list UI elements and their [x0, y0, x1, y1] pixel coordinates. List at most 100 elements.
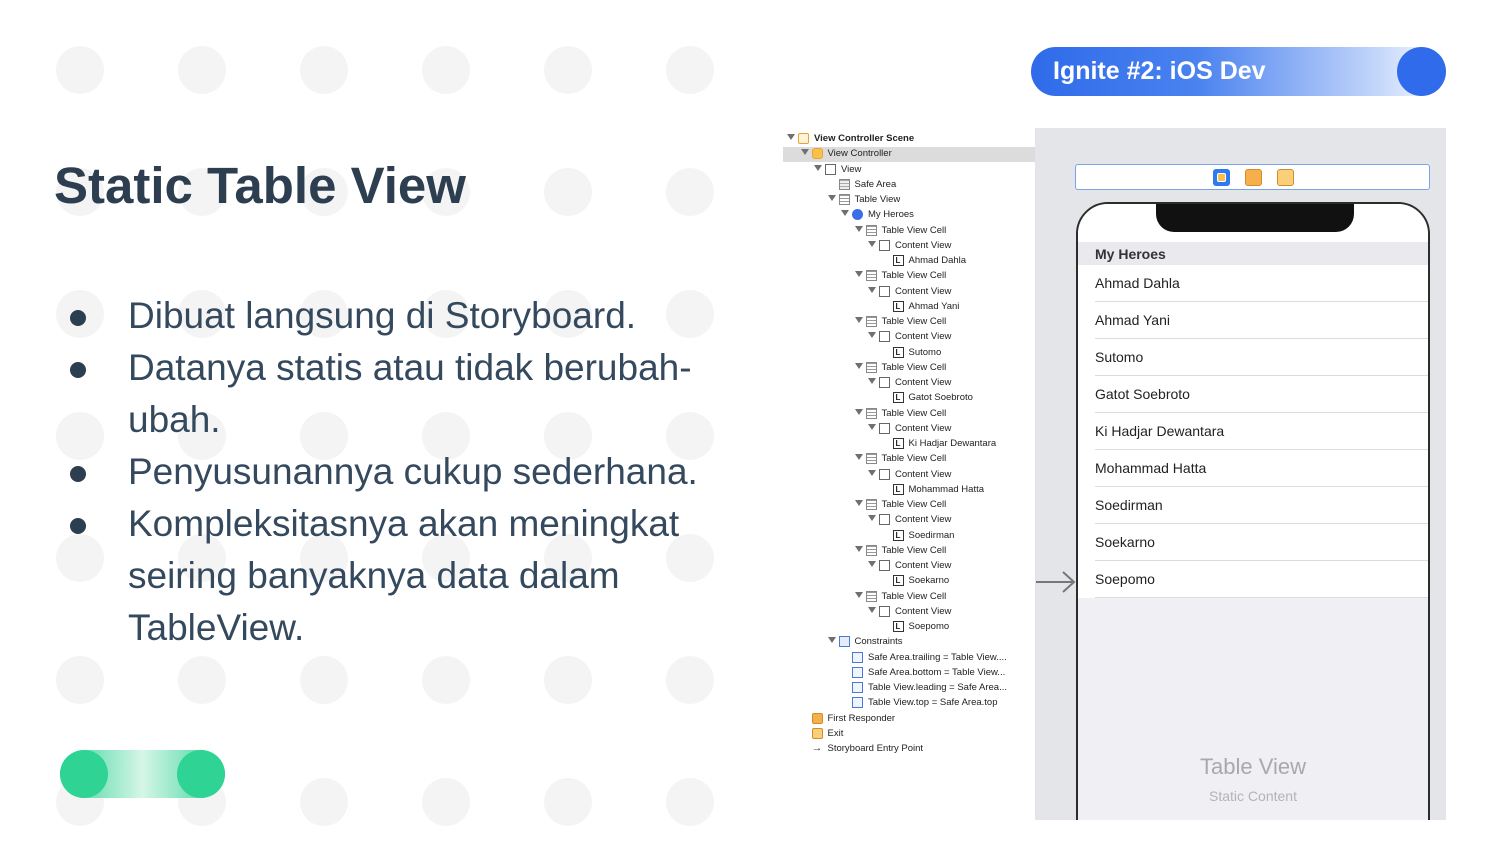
- disclosure-triangle-icon[interactable]: [868, 332, 876, 339]
- disclosure-triangle-icon[interactable]: [868, 469, 876, 476]
- outline-label[interactable]: L Ahmad Dahla: [783, 254, 1035, 269]
- outline-table-view-cell-label: Table View Cell: [881, 270, 947, 282]
- outline-content-view[interactable]: Content View: [783, 285, 1035, 300]
- exit-dock-icon[interactable]: [1277, 169, 1294, 186]
- slide-title: Static Table View: [54, 157, 466, 214]
- background-dot: [300, 778, 348, 826]
- outline-content-view[interactable]: Content View: [783, 513, 1035, 528]
- disclosure-triangle-icon[interactable]: [854, 500, 863, 506]
- outline-content-view[interactable]: Content View: [783, 559, 1035, 574]
- outline-label-icon: L: [892, 621, 904, 632]
- outline-content-view-icon: [879, 239, 890, 251]
- disclosure-triangle-icon[interactable]: [854, 408, 863, 415]
- outline-constraints[interactable]: Constraints: [783, 635, 1035, 650]
- disclosure-triangle-icon[interactable]: [841, 210, 849, 217]
- outline-table-view-cell-icon: [865, 544, 877, 556]
- outline-content-view[interactable]: Content View: [783, 239, 1035, 254]
- outline-label[interactable]: L Soekarno: [783, 574, 1035, 589]
- table-cell[interactable]: Ahmad Dahla: [1078, 265, 1428, 302]
- table-cell[interactable]: Soedirman: [1078, 487, 1428, 524]
- outline-table-view-cell-label: Table View Cell: [881, 590, 947, 602]
- table-section-header: My Heroes: [1078, 242, 1428, 265]
- outline-table-view-cell[interactable]: Table View Cell: [783, 407, 1035, 422]
- disclosure-triangle-icon[interactable]: [800, 149, 809, 156]
- outline-label[interactable]: L Ahmad Yani: [783, 300, 1035, 315]
- table-cell[interactable]: Soepomo: [1078, 561, 1428, 598]
- disclosure-triangle-icon[interactable]: [827, 637, 836, 644]
- outline-table-view-cell-icon: [865, 590, 877, 602]
- disclosure-triangle-icon[interactable]: [854, 225, 863, 232]
- disclosure-triangle-icon[interactable]: [868, 515, 876, 522]
- outline-label[interactable]: L Soepomo: [783, 620, 1035, 635]
- outline-scene[interactable]: View Controller Scene: [783, 132, 1035, 147]
- outline-table-view-cell[interactable]: Table View Cell: [783, 452, 1035, 467]
- outline-label[interactable]: L Mohammad Hatta: [783, 483, 1035, 498]
- outline-table-view-cell-label: Table View Cell: [881, 361, 947, 373]
- outline-content-view[interactable]: Content View: [783, 605, 1035, 620]
- view-controller-dock-icon[interactable]: [1213, 169, 1230, 186]
- outline-content-view[interactable]: Content View: [783, 330, 1035, 345]
- outline-constraints-icon: [838, 636, 850, 648]
- outline-first-responder[interactable]: First Responder: [783, 712, 1035, 727]
- disclosure-triangle-icon[interactable]: [854, 317, 863, 323]
- outline-table-view-cell[interactable]: Table View Cell: [783, 315, 1035, 330]
- outline-label[interactable]: L Ki Hadjar Dewantara: [783, 437, 1035, 452]
- table-cells: Ahmad Dahla Ahmad Yani Sutomo Gatot Soebrot…: [1078, 265, 1428, 598]
- outline-table-view-cell[interactable]: Table View Cell: [783, 361, 1035, 376]
- outline-constraint[interactable]: Safe Area.bottom = Table View...: [783, 666, 1035, 681]
- disclosure-triangle-icon[interactable]: [854, 362, 863, 369]
- table-cell-label: Ki Hadjar Dewantara: [1095, 423, 1225, 439]
- disclosure-triangle-icon[interactable]: [868, 378, 876, 384]
- outline-table-view-cell-label: Table View Cell: [881, 544, 947, 556]
- outline-section[interactable]: My Heroes: [783, 208, 1035, 223]
- table-cell-label: Soekarno: [1095, 534, 1155, 550]
- background-dot: [544, 656, 592, 704]
- outline-label[interactable]: L Sutomo: [783, 346, 1035, 361]
- disclosure-triangle-icon[interactable]: [868, 561, 876, 567]
- outline-constraint-icon: [852, 697, 863, 709]
- document-outline: View Controller Scene View Controller View…: [783, 128, 1035, 820]
- disclosure-triangle-icon[interactable]: [854, 591, 863, 598]
- disclosure-triangle-icon[interactable]: [854, 454, 863, 461]
- outline-scene-label: View Controller Scene: [814, 133, 915, 144]
- disclosure-triangle-icon[interactable]: [827, 195, 836, 201]
- outline-table-view-cell[interactable]: Table View Cell: [783, 498, 1035, 513]
- outline-safe-area[interactable]: Safe Area: [783, 178, 1035, 193]
- disclosure-triangle-icon[interactable]: [868, 423, 876, 430]
- table-cell[interactable]: Ki Hadjar Dewantara: [1078, 413, 1428, 450]
- outline-constraint[interactable]: Table View.top = Safe Area.top: [783, 696, 1035, 711]
- outline-content-view[interactable]: Content View: [783, 422, 1035, 437]
- outline-content-view[interactable]: Content View: [783, 376, 1035, 391]
- disclosure-triangle-icon[interactable]: [854, 545, 863, 552]
- outline-content-view-icon: [879, 514, 890, 526]
- disclosure-triangle-icon[interactable]: [868, 606, 876, 613]
- outline-label-icon: L: [892, 346, 904, 358]
- table-cell[interactable]: Gatot Soebroto: [1078, 376, 1428, 413]
- outline-constraint[interactable]: Table View.leading = Safe Area...: [783, 681, 1035, 696]
- outline-entry-point[interactable]: → Storyboard Entry Point: [783, 742, 1035, 757]
- outline-view[interactable]: View: [783, 163, 1035, 178]
- table-cell[interactable]: Ahmad Yani: [1078, 302, 1428, 339]
- outline-content-view[interactable]: Content View: [783, 468, 1035, 483]
- scene-dock[interactable]: [1075, 164, 1430, 190]
- outline-table-view[interactable]: Table View: [783, 193, 1035, 208]
- outline-exit[interactable]: Exit: [783, 727, 1035, 742]
- outline-label[interactable]: L Gatot Soebroto: [783, 391, 1035, 406]
- disclosure-triangle-icon[interactable]: [814, 164, 822, 171]
- outline-constraint[interactable]: Safe Area.trailing = Table View....: [783, 651, 1035, 666]
- outline-label[interactable]: L Soedirman: [783, 529, 1035, 544]
- disclosure-triangle-icon[interactable]: [854, 271, 863, 278]
- disclosure-triangle-icon[interactable]: [868, 286, 876, 293]
- first-responder-dock-icon[interactable]: [1245, 169, 1262, 186]
- outline-table-view-cell[interactable]: Table View Cell: [783, 544, 1035, 559]
- outline-table-view-cell[interactable]: Table View Cell: [783, 590, 1035, 605]
- outline-table-view-cell[interactable]: Table View Cell: [783, 269, 1035, 284]
- disclosure-triangle-icon[interactable]: [868, 240, 876, 247]
- table-cell[interactable]: Mohammad Hatta: [1078, 450, 1428, 487]
- outline-view-controller[interactable]: View Controller: [783, 147, 1035, 163]
- table-cell[interactable]: Sutomo: [1078, 339, 1428, 376]
- outline-label-label: Gatot Soebroto: [908, 392, 973, 404]
- table-cell[interactable]: Soekarno: [1078, 524, 1428, 561]
- outline-table-view-cell[interactable]: Table View Cell: [783, 224, 1035, 239]
- disclosure-triangle-icon[interactable]: [787, 134, 795, 140]
